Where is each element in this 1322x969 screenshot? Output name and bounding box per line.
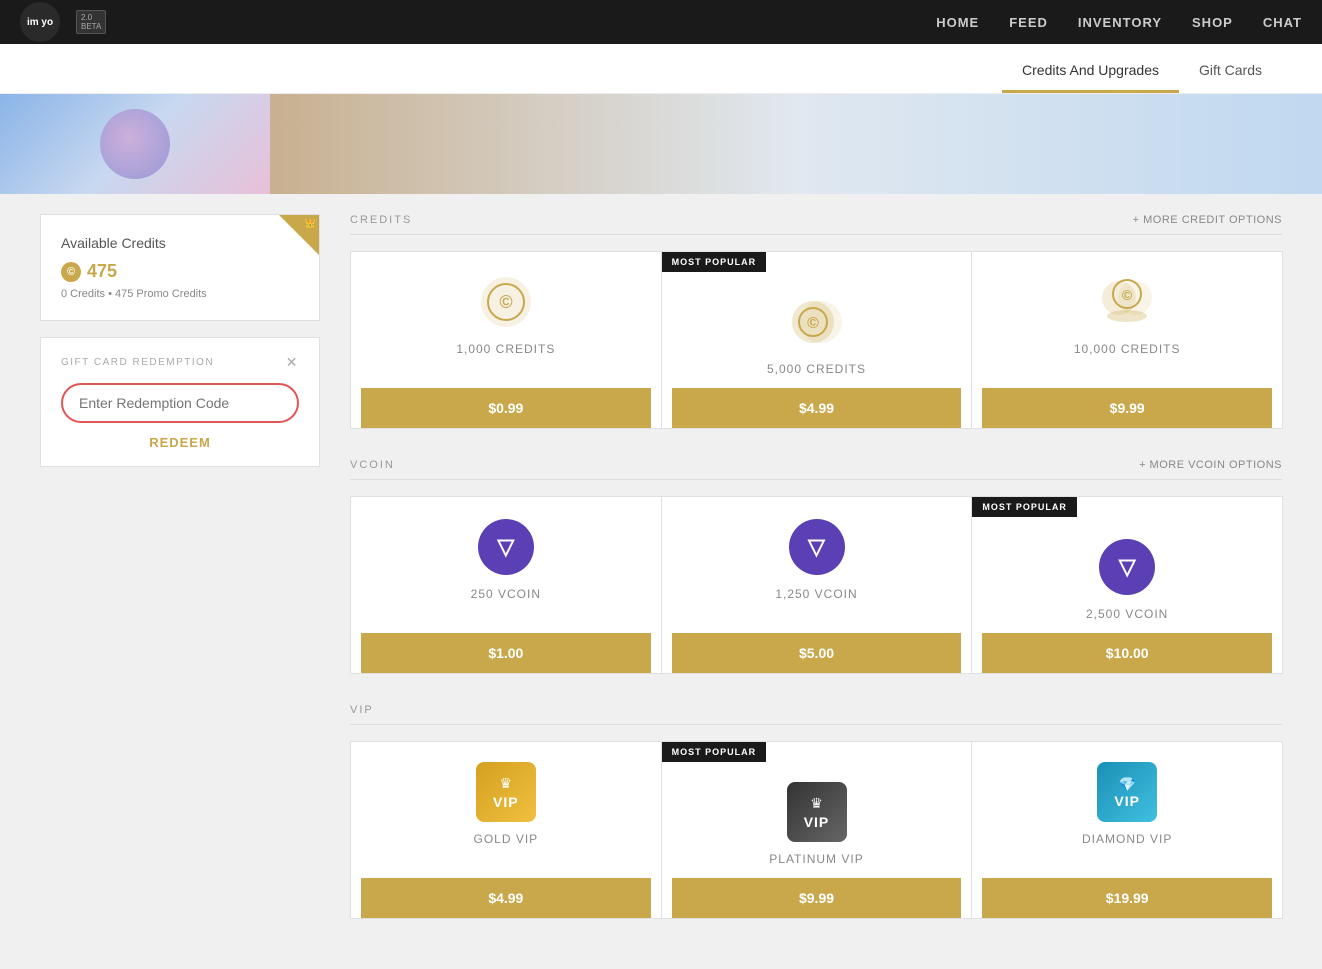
product-name-diamond-vip: DIAMOND VIP: [1082, 832, 1172, 846]
vcoin-circle-medium: ▽: [789, 519, 845, 575]
gift-card-title: GIFT CARD REDEMPTION: [61, 357, 214, 368]
right-panel: CREDITS + MORE CREDIT OPTIONS © 1,000 CR…: [350, 214, 1282, 949]
credits-section: CREDITS + MORE CREDIT OPTIONS © 1,000 CR…: [350, 214, 1282, 429]
platinum-vip-icon: ♛ VIP: [787, 782, 847, 842]
nav-home[interactable]: HOME: [936, 15, 979, 30]
nav-chat[interactable]: CHAT: [1263, 15, 1302, 30]
buy-5000-credits-button[interactable]: $4.99: [672, 388, 962, 428]
coin-stack-icon: ©: [1097, 272, 1157, 332]
logo[interactable]: im yo: [20, 2, 60, 42]
product-card-2500-vcoin: MOST POPULAR ▽ 2,500 VCOIN $10.00: [971, 496, 1283, 674]
vcoin-circle-small: ▽: [478, 519, 534, 575]
vcoin-section: VCOIN + MORE VCOIN OPTIONS ▽ 250 VCOIN $…: [350, 459, 1282, 674]
vcoin-2500-icon: ▽: [1097, 537, 1157, 597]
redemption-code-input[interactable]: [63, 385, 297, 421]
vip-section-title: VIP: [350, 704, 374, 716]
product-name-250-vcoin: 250 VCOIN: [471, 587, 541, 601]
redeem-button[interactable]: REDEEM: [61, 435, 299, 450]
vcoin-circle-large: ▽: [1099, 539, 1155, 595]
buy-gold-vip-button[interactable]: $4.99: [361, 878, 651, 918]
vcoin-section-title: VCOIN: [350, 459, 395, 471]
logo-text: im yo: [27, 17, 53, 28]
gold-vip-badge: ♛ VIP: [476, 762, 536, 822]
main-nav: HOME FEED INVENTORY SHOP CHAT: [936, 15, 1302, 30]
product-name-2500-vcoin: 2,500 VCOIN: [1086, 607, 1168, 621]
product-card-10000-credits: © 10,000 CREDITS $9.99: [971, 251, 1283, 429]
buy-10000-credits-button[interactable]: $9.99: [982, 388, 1272, 428]
most-popular-badge-credits: MOST POPULAR: [662, 252, 767, 272]
hero-banner: [0, 94, 1322, 194]
gift-card-section: GIFT CARD REDEMPTION ✕ REDEEM: [40, 337, 320, 467]
product-name-1000: 1,000 CREDITS: [456, 342, 555, 356]
product-card-250-vcoin: ▽ 250 VCOIN $1.00: [350, 496, 662, 674]
most-popular-badge-vip: MOST POPULAR: [662, 742, 767, 762]
product-card-platinum-vip: MOST POPULAR ♛ VIP PLATINUM VIP $9.99: [661, 741, 973, 919]
product-name-1250-vcoin: 1,250 VCOIN: [775, 587, 857, 601]
vip-section: VIP ♛ VIP GOLD VIP $4.99 MOST POP: [350, 704, 1282, 919]
credits-section-title: CREDITS: [350, 214, 412, 226]
product-name-platinum-vip: PLATINUM VIP: [769, 852, 863, 866]
nav-feed[interactable]: FEED: [1009, 15, 1048, 30]
buy-platinum-vip-button[interactable]: $9.99: [672, 878, 962, 918]
credits-number: 475: [87, 261, 117, 282]
gift-card-label: GIFT CARD REDEMPTION ✕: [61, 354, 299, 371]
credits-box: 👑 Available Credits © 475 0 Credits • 47…: [40, 214, 320, 321]
hero-left: [0, 94, 270, 194]
credits-amount: © 475: [61, 261, 299, 282]
product-card-1000-credits: © 1,000 CREDITS $0.99: [350, 251, 662, 429]
diamond-vip-icon: 💎 VIP: [1097, 762, 1157, 822]
hero-right: [270, 94, 1322, 194]
product-name-gold-vip: GOLD VIP: [473, 832, 538, 846]
credits-section-header: CREDITS + MORE CREDIT OPTIONS: [350, 214, 1282, 235]
platinum-vip-badge: ♛ VIP: [787, 782, 847, 842]
buy-2500-vcoin-button[interactable]: $10.00: [982, 633, 1272, 673]
buy-1250-vcoin-button[interactable]: $5.00: [672, 633, 962, 673]
gift-card-close-icon[interactable]: ✕: [286, 354, 299, 371]
beta-badge: 2.0BETA: [76, 10, 106, 34]
product-card-gold-vip: ♛ VIP GOLD VIP $4.99: [350, 741, 662, 919]
credits-title: Available Credits: [61, 235, 299, 251]
product-card-5000-credits: MOST POPULAR © 5,000 CREDITS $4.99: [661, 251, 973, 429]
tab-credits-upgrades[interactable]: Credits And Upgrades: [1002, 50, 1179, 93]
credits-detail: 0 Credits • 475 Promo Credits: [61, 288, 299, 300]
vcoin-1250-icon: ▽: [787, 517, 847, 577]
diamond-vip-badge: 💎 VIP: [1097, 762, 1157, 822]
main-content: 👑 Available Credits © 475 0 Credits • 47…: [0, 194, 1322, 969]
vip-section-header: VIP: [350, 704, 1282, 725]
coin-single-icon: ©: [476, 272, 536, 332]
left-panel: 👑 Available Credits © 475 0 Credits • 47…: [40, 214, 320, 949]
product-card-1250-vcoin: ▽ 1,250 VCOIN $5.00: [661, 496, 973, 674]
more-vcoin-link[interactable]: + MORE VCOIN OPTIONS: [1139, 459, 1282, 471]
credits-product-grid: © 1,000 CREDITS $0.99 MOST POPULAR: [350, 251, 1282, 429]
vcoin-section-header: VCOIN + MORE VCOIN OPTIONS: [350, 459, 1282, 480]
vcoin-product-grid: ▽ 250 VCOIN $1.00 ▽ 1,250 VCOIN $5.00: [350, 496, 1282, 674]
coin-double-icon: ©: [787, 292, 847, 352]
redemption-input-wrapper: [61, 383, 299, 423]
svg-text:©: ©: [807, 315, 819, 332]
nav-inventory[interactable]: INVENTORY: [1078, 15, 1162, 30]
tab-gift-cards[interactable]: Gift Cards: [1179, 50, 1282, 93]
vip-product-grid: ♛ VIP GOLD VIP $4.99 MOST POPULAR ♛ VIP: [350, 741, 1282, 919]
nav-shop[interactable]: SHOP: [1192, 15, 1233, 30]
sub-nav: Credits And Upgrades Gift Cards: [0, 44, 1322, 94]
vcoin-250-icon: ▽: [476, 517, 536, 577]
gold-vip-icon: ♛ VIP: [476, 762, 536, 822]
buy-diamond-vip-button[interactable]: $19.99: [982, 878, 1272, 918]
svg-text:©: ©: [499, 292, 512, 312]
header: im yo 2.0BETA HOME FEED INVENTORY SHOP C…: [0, 0, 1322, 44]
buy-250-vcoin-button[interactable]: $1.00: [361, 633, 651, 673]
hero-decoration: [100, 109, 170, 179]
product-card-diamond-vip: 💎 VIP DIAMOND VIP $19.99: [971, 741, 1283, 919]
most-popular-badge-vcoin: MOST POPULAR: [972, 497, 1077, 517]
product-name-5000: 5,000 CREDITS: [767, 362, 866, 376]
svg-text:©: ©: [1122, 287, 1133, 303]
credits-icon: ©: [61, 262, 81, 282]
product-name-10000: 10,000 CREDITS: [1074, 342, 1181, 356]
buy-1000-credits-button[interactable]: $0.99: [361, 388, 651, 428]
more-credits-link[interactable]: + MORE CREDIT OPTIONS: [1133, 214, 1282, 226]
